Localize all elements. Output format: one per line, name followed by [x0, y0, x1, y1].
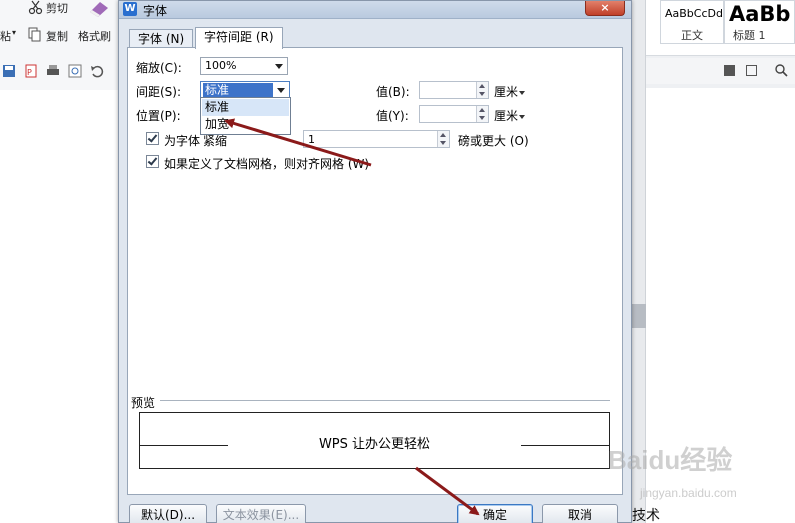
spacing-dropdown-list: 标准 加宽 — [200, 97, 291, 135]
svg-text:P: P — [27, 68, 32, 77]
spinner-buttons[interactable] — [476, 106, 488, 122]
check-icon — [147, 132, 158, 143]
spacing-unit[interactable]: 厘米 — [494, 83, 526, 100]
spinner-buttons[interactable] — [476, 82, 488, 98]
copy-icon — [28, 27, 43, 42]
spin-down-icon[interactable] — [479, 92, 485, 96]
spacing-label: 间距(S): — [136, 85, 182, 99]
position-unit[interactable]: 厘米 — [494, 107, 526, 124]
preview-label: 预览 — [131, 396, 156, 410]
grid-align-checkbox[interactable] — [146, 155, 159, 168]
spin-down-icon[interactable] — [479, 116, 485, 120]
style-name: 标题 1 — [733, 29, 766, 42]
spacing-unit-label: 厘米 — [494, 85, 519, 99]
grid-align-label: 如果定义了文档网格，则对齐网格 (W) — [164, 157, 370, 171]
text-effects-button[interactable]: 文本效果(E)... — [216, 504, 306, 523]
preview-divider — [160, 400, 610, 401]
spinner-buttons[interactable] — [437, 131, 449, 147]
scale-value: 100% — [205, 59, 237, 72]
kerning-checkbox[interactable] — [146, 132, 159, 145]
play-icon[interactable] — [724, 65, 735, 76]
spin-up-icon[interactable] — [440, 133, 446, 137]
scale-combo[interactable]: 100% — [200, 57, 288, 75]
cut-button[interactable]: 剪切 — [46, 0, 68, 16]
undo-icon[interactable] — [90, 64, 105, 79]
spin-down-icon[interactable] — [440, 141, 446, 145]
paragraph-icon[interactable] — [746, 65, 757, 76]
pdf-icon[interactable]: P — [24, 64, 39, 79]
position-value-label: 值(Y): — [376, 109, 409, 123]
screen: 剪切 粘 ▾ 复制 格式刷 P AaBbCcDd 正文 AaBb 标题 1 技术… — [0, 0, 795, 523]
wps-logo-icon: W — [123, 2, 137, 16]
spacing-option[interactable]: 标准 — [202, 99, 289, 116]
kerning-suffix: 磅或更大 (O) — [458, 134, 529, 148]
spacing-value: 标准 — [203, 83, 273, 97]
style-normal[interactable]: AaBbCcDd 正文 — [660, 0, 724, 44]
styles-gallery: AaBbCcDd 正文 AaBb 标题 1 — [632, 0, 795, 56]
font-dialog: W 字体 × 字体 (N) 字符间距 (R) 缩放(C): 100% 间距(S)… — [118, 0, 632, 523]
watermark-brand: Baidu经验 — [608, 445, 733, 475]
preview-text: WPS 让办公更轻松 — [318, 437, 431, 452]
document-text: 技术 — [632, 508, 660, 523]
ribbon-left: 剪切 粘 ▾ 复制 格式刷 P — [0, 0, 118, 90]
right-toolbar — [632, 58, 795, 84]
print-icon[interactable] — [46, 64, 61, 79]
tab-font[interactable]: 字体 (N) — [129, 29, 194, 49]
dialog-titlebar[interactable]: W 字体 × — [119, 1, 631, 19]
scale-label: 缩放(C): — [136, 61, 182, 75]
copy-button[interactable]: 复制 — [46, 28, 68, 44]
style-name: 正文 — [681, 29, 703, 42]
preview-box: WPS 让办公更轻松 — [139, 412, 610, 469]
cut-icon — [28, 0, 43, 15]
find-icon[interactable] — [774, 63, 788, 80]
save-icon[interactable] — [2, 64, 17, 79]
position-unit-label: 厘米 — [494, 109, 519, 123]
spin-up-icon[interactable] — [479, 108, 485, 112]
print-preview-icon[interactable] — [68, 64, 83, 79]
style-heading-1[interactable]: AaBb 标题 1 — [724, 0, 795, 44]
dialog-title: 字体 — [143, 4, 168, 18]
chevron-down-icon — [277, 88, 285, 93]
style-sample: AaBbCcDd — [665, 7, 723, 20]
chevron-down-icon — [519, 114, 526, 119]
eraser-icon — [88, 0, 108, 17]
ok-button[interactable]: 确定 — [457, 504, 533, 523]
format-painter-button[interactable]: 格式刷 — [78, 28, 111, 44]
scrollbar-thumb[interactable] — [632, 304, 646, 328]
cancel-button[interactable]: 取消 — [542, 504, 618, 523]
kerning-spinner[interactable]: 1 — [303, 130, 450, 148]
spin-up-icon[interactable] — [479, 84, 485, 88]
spacing-value-spinner[interactable] — [419, 81, 489, 99]
spacing-value-label: 值(B): — [376, 85, 410, 99]
paste-button[interactable]: 粘 — [0, 28, 11, 44]
close-button[interactable]: × — [585, 1, 625, 16]
spacing-option[interactable]: 加宽 — [202, 116, 289, 133]
position-value-spinner[interactable] — [419, 105, 489, 123]
style-sample: AaBb — [729, 2, 791, 26]
chevron-down-icon — [519, 90, 526, 95]
chevron-down-icon — [275, 64, 283, 69]
kerning-value: 1 — [308, 133, 315, 146]
watermark-url: jingyan.baidu.com — [640, 486, 737, 500]
kerning-label: 为字体 — [164, 134, 201, 148]
paste-dropdown-icon: ▾ — [12, 28, 17, 37]
document-page-left — [0, 90, 118, 523]
check-icon — [147, 155, 158, 166]
default-button[interactable]: 默认(D)... — [129, 504, 207, 523]
position-label: 位置(P): — [136, 109, 181, 123]
tab-character-spacing[interactable]: 字符间距 (R) — [195, 27, 283, 49]
